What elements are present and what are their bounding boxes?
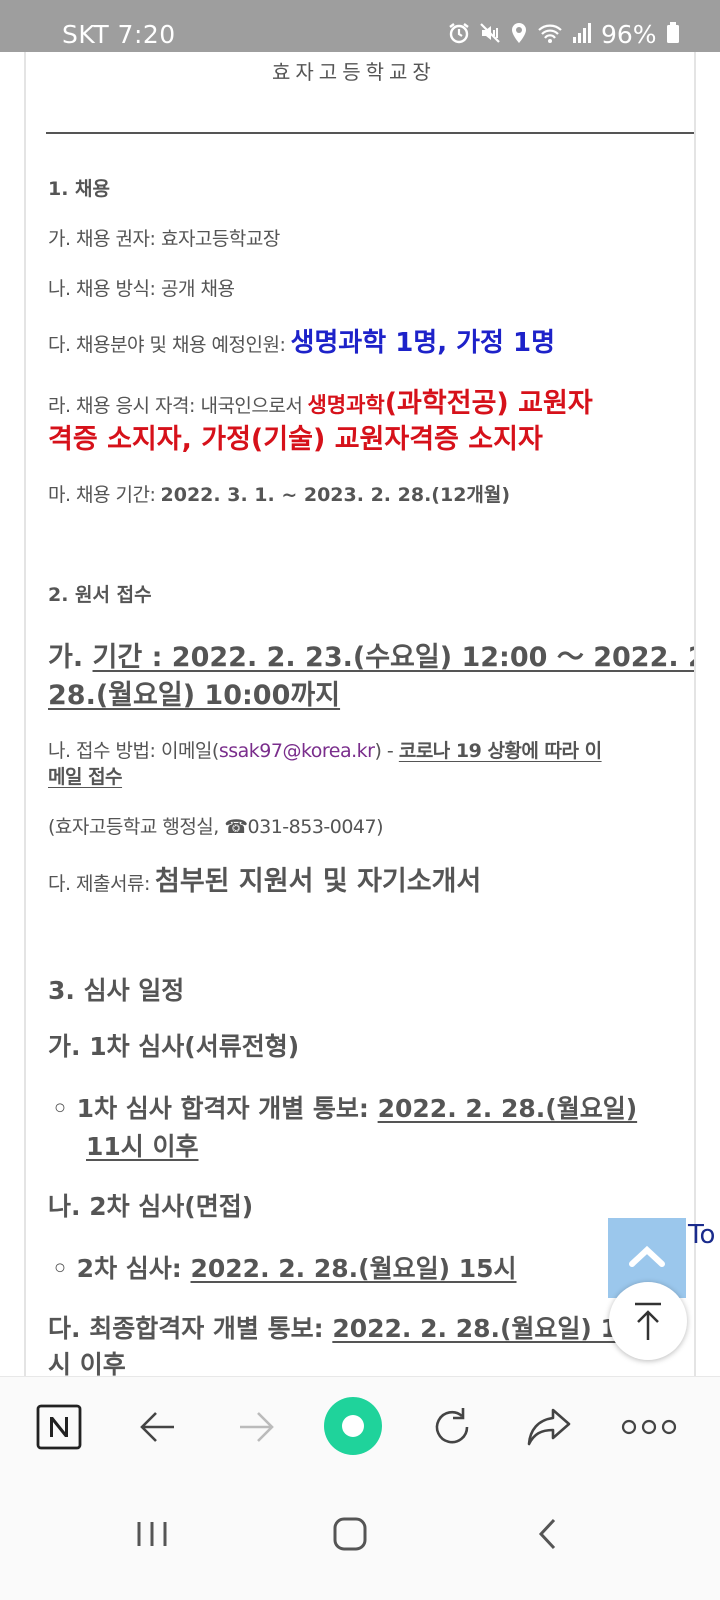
- section3-second-title: 나. 2차 심사(면접): [48, 1192, 254, 1221]
- section2-title: 2. 원서 접수: [48, 584, 152, 606]
- method-email-link[interactable]: ssak97@korea.kr: [219, 740, 375, 762]
- item-c-value: 생명과학 1명, 가정 1명: [290, 328, 556, 358]
- docs-label: 다. 제출서류:: [48, 873, 150, 895]
- section1-item-e: 마. 채용 기간: 2022. 3. 1. ~ 2023. 2. 28.(12개…: [48, 484, 510, 507]
- back-chevron-icon: [538, 1518, 556, 1550]
- section3-first-bullet-line1: ◦ 1차 심사 합격자 개별 통보: 2022. 2. 28.(월요일): [52, 1094, 637, 1124]
- section3-second-bullet: ◦ 2차 심사: 2022. 2. 28.(월요일) 15시: [52, 1254, 517, 1284]
- first-bullet-label: ◦ 1차 심사 합격자 개별 통보:: [52, 1094, 369, 1123]
- final-label: 다. 최종합격자 개별 통보:: [48, 1314, 324, 1343]
- header-sign: 효자고등학교장: [272, 60, 436, 84]
- forward-button[interactable]: [230, 1401, 282, 1453]
- status-bar: SKT 7:20 96%: [0, 0, 720, 52]
- first-bullet-date1: 2022. 2. 28.(월요일): [377, 1094, 638, 1123]
- green-dot-icon: [324, 1397, 382, 1455]
- android-nav-bar: [0, 1476, 720, 1600]
- method-note1: 코로나 19 상황에 따라 이: [398, 740, 602, 762]
- section1-item-c: 다. 채용분야 및 채용 예정인원: 생명과학 1명, 가정 1명: [48, 328, 555, 359]
- back-nav-button[interactable]: [518, 1504, 578, 1564]
- scroll-to-top-button[interactable]: [609, 1282, 687, 1360]
- section3-first-title: 가. 1차 심사(서류전형): [48, 1032, 300, 1061]
- section1-item-d-line2: 격증 소지자, 가정(기술) 교원자격증 소지자: [48, 424, 543, 455]
- browser-toolbar: [0, 1376, 720, 1476]
- top-label[interactable]: To: [688, 1220, 715, 1250]
- reload-icon: [435, 1408, 469, 1444]
- section2-docs: 다. 제출서류: 첨부된 지원서 및 자기소개서: [48, 866, 481, 898]
- period-prefix: 가.: [48, 642, 84, 673]
- final-date1: 2022. 2. 28.(월요일) 16: [332, 1314, 636, 1343]
- section1-item-b: 나. 채용 방식: 공개 채용: [48, 278, 235, 300]
- reload-button[interactable]: [426, 1401, 478, 1453]
- docs-value: 첨부된 지원서 및 자기소개서: [154, 866, 482, 897]
- item-e-value: 2022. 3. 1. ~ 2023. 2. 28.(12개월): [160, 484, 511, 506]
- item-d-red-big1: (과학전공) 교원자: [384, 388, 593, 419]
- naver-home-icon: [36, 1404, 82, 1450]
- method-label: 나. 접수 방법: 이메일(: [48, 740, 219, 762]
- location-icon: [510, 22, 528, 48]
- item-d-label: 라. 채용 응시 자격: 내국인으로서: [48, 395, 303, 417]
- signal-icon: [572, 22, 592, 48]
- horizontal-rule: [46, 132, 694, 134]
- share-button[interactable]: [523, 1401, 575, 1453]
- back-arrow-icon: [140, 1412, 174, 1442]
- naver-home-button[interactable]: [33, 1401, 85, 1453]
- battery-percent: 96%: [601, 20, 657, 49]
- share-icon: [527, 1408, 571, 1446]
- home-icon: [333, 1517, 367, 1551]
- web-page-frame[interactable]: 효자고등학교장 1. 채용 가. 채용 권자: 효자고등학교장 나. 채용 방식…: [24, 52, 696, 1404]
- back-button[interactable]: [132, 1401, 184, 1453]
- period-text1: 기간 : 2022. 2. 23.(수요일) 12:00 ～ 2022. 2.: [92, 642, 696, 673]
- section2-period-line2: 28.(월요일) 10:00까지: [48, 680, 341, 711]
- wifi-icon: [537, 22, 563, 48]
- recent-apps-icon: [137, 1522, 167, 1546]
- section3-first-bullet-line2: 11시 이후: [86, 1132, 199, 1161]
- home-button[interactable]: [320, 1504, 380, 1564]
- method-mid: ) -: [374, 740, 399, 762]
- item-c-label: 다. 채용분야 및 채용 예정인원:: [48, 334, 286, 356]
- section1-title: 1. 채용: [48, 178, 111, 200]
- section3-title: 3. 심사 일정: [48, 976, 185, 1005]
- arrow-up-to-line-icon: [635, 1302, 661, 1340]
- section2-method-line1: 나. 접수 방법: 이메일(ssak97@korea.kr) - 코로나 19 …: [48, 740, 602, 763]
- item-d-red-small: 생명과학: [307, 393, 385, 417]
- second-bullet-date: 2022. 2. 28.(월요일) 15시: [190, 1254, 517, 1283]
- mute-icon: [479, 22, 501, 48]
- second-bullet-label: ◦ 2차 심사:: [52, 1254, 182, 1283]
- section2-method-line2: 메일 접수: [48, 766, 123, 788]
- section2-period-line1: 가. 기간 : 2022. 2. 23.(수요일) 12:00 ～ 2022. …: [48, 642, 696, 674]
- section2-office: (효자고등학교 행정실, ☎031-853-0047): [48, 816, 384, 838]
- section3-final-line1: 다. 최종합격자 개별 통보: 2022. 2. 28.(월요일) 16: [48, 1314, 635, 1344]
- recent-apps-button[interactable]: [122, 1504, 182, 1564]
- more-icon: [621, 1419, 677, 1435]
- more-button[interactable]: [620, 1401, 678, 1453]
- status-icons: 96%: [448, 20, 680, 49]
- section1-item-a: 가. 채용 권자: 효자고등학교장: [48, 228, 280, 250]
- item-e-label: 마. 채용 기간:: [48, 484, 156, 506]
- battery-icon: [666, 21, 680, 48]
- section1-item-d-line1: 라. 채용 응시 자격: 내국인으로서 생명과학(과학전공) 교원자: [48, 388, 593, 420]
- alarm-icon: [448, 22, 470, 48]
- carrier-time: SKT 7:20: [62, 20, 176, 49]
- forward-arrow-icon: [240, 1412, 274, 1442]
- green-dot-button[interactable]: [322, 1395, 384, 1457]
